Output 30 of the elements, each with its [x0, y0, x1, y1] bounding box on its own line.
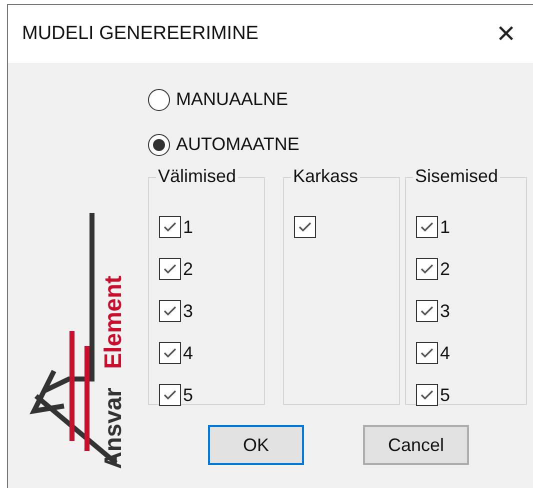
- checkbox[interactable]: [159, 342, 181, 364]
- checkbox[interactable]: [416, 384, 438, 406]
- checkbox-label: 2: [440, 258, 450, 280]
- checkbox[interactable]: [416, 258, 438, 280]
- checkbox[interactable]: [159, 300, 181, 322]
- checkbox-label: 2: [183, 258, 194, 280]
- checkbox-label: 3: [440, 300, 450, 322]
- checkbox-label: 5: [183, 384, 194, 406]
- checkbox[interactable]: [159, 258, 181, 280]
- dialog-button[interactable]: Cancel: [363, 425, 469, 465]
- checkbox[interactable]: [416, 216, 438, 238]
- radio-button[interactable]: [148, 88, 170, 110]
- checkbox-label: 4: [183, 342, 194, 364]
- checkbox-label: 1: [440, 216, 450, 238]
- close-button[interactable]: ✕: [483, 11, 529, 57]
- checkbox[interactable]: [416, 342, 438, 364]
- checkbox[interactable]: [159, 384, 181, 406]
- logo-product-text: Element: [100, 276, 124, 369]
- checkbox[interactable]: [159, 216, 181, 238]
- checkbox[interactable]: [416, 300, 438, 322]
- radio-option[interactable]: MANUAALNE: [148, 77, 527, 122]
- window-title: MUDELI GENEREERIMINE: [22, 23, 258, 45]
- checkbox-label: 5: [440, 384, 450, 406]
- dialog-button[interactable]: OK: [208, 425, 304, 465]
- checkbox-label: 1: [183, 216, 194, 238]
- radio-option[interactable]: AUTOMAATNE: [148, 122, 527, 167]
- checkbox-label: 3: [183, 300, 194, 322]
- radio-button[interactable]: [148, 134, 170, 156]
- checkbox-label: 4: [440, 342, 450, 364]
- checkbox[interactable]: [294, 216, 316, 238]
